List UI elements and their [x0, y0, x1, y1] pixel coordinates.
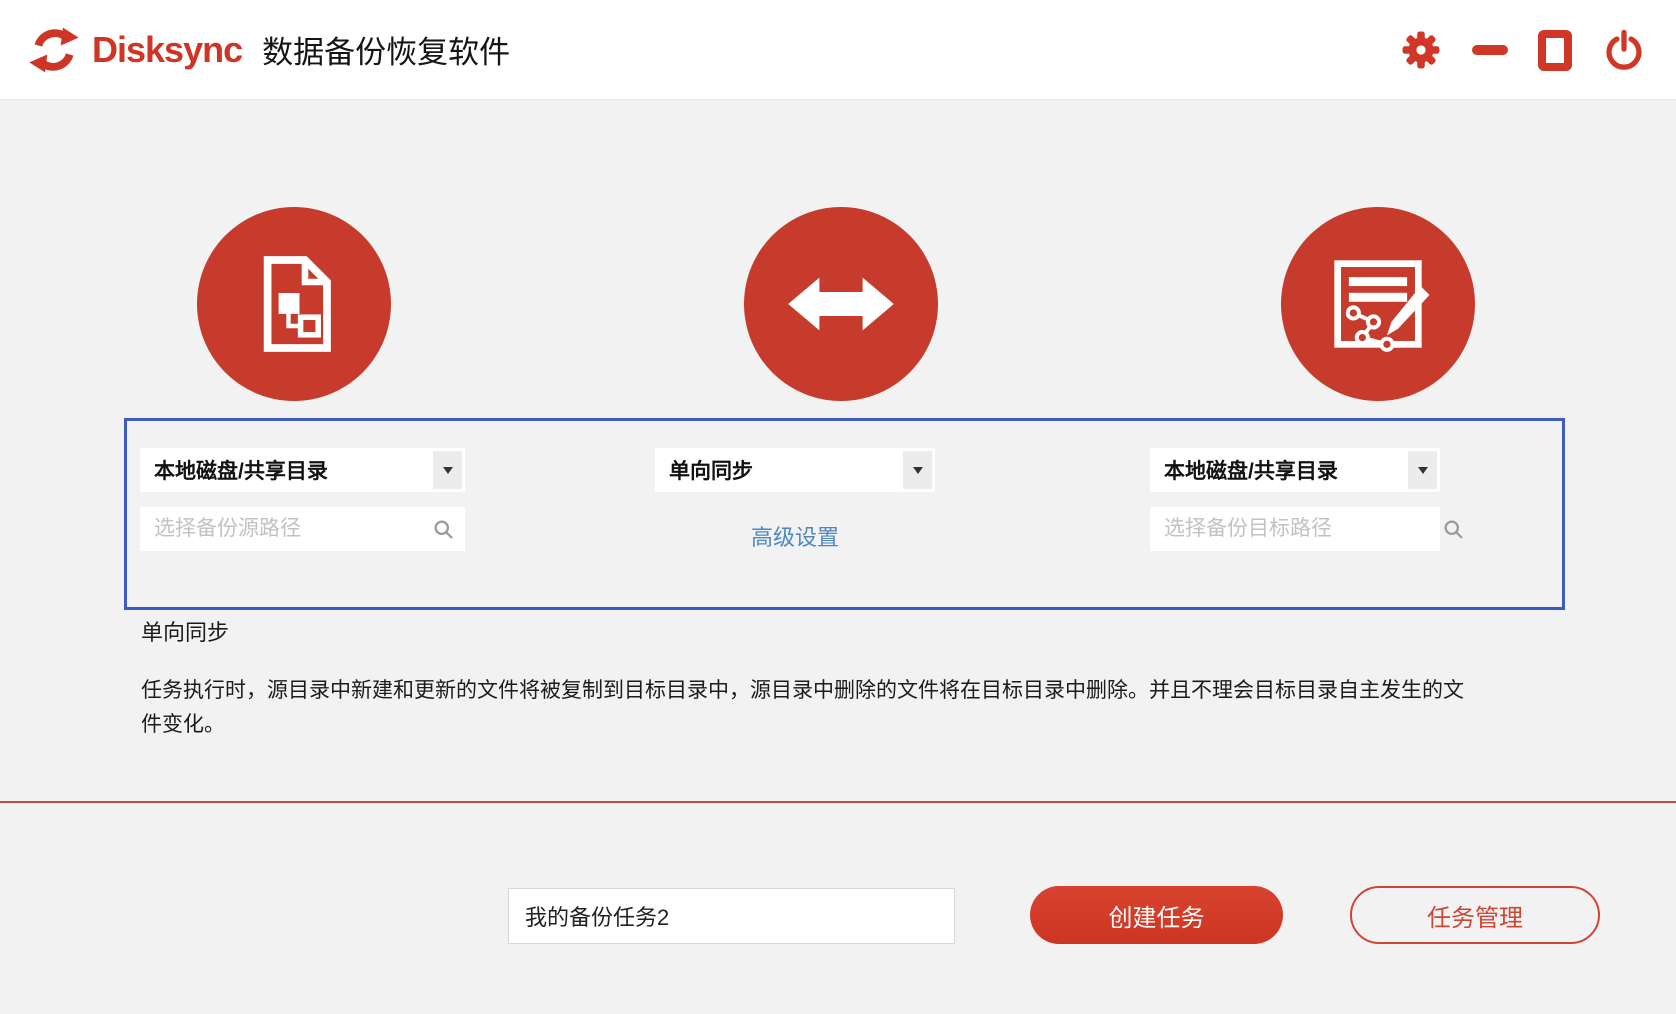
- target-type-dropdown[interactable]: 本地磁盘/共享目录: [1150, 448, 1440, 492]
- double-arrow-icon: [788, 277, 894, 331]
- source-step-circle: [197, 207, 391, 401]
- target-step-circle: [1281, 207, 1475, 401]
- sync-mode-circle: [744, 207, 938, 401]
- document-edit-icon: [1334, 260, 1430, 352]
- dropdown-arrow-icon[interactable]: [903, 451, 932, 489]
- search-icon[interactable]: [1443, 519, 1464, 540]
- source-type-value: 本地磁盘/共享目录: [154, 460, 328, 483]
- task-name-input[interactable]: [508, 888, 955, 944]
- mode-title: 单向同步: [141, 620, 230, 645]
- dropdown-arrow-icon[interactable]: [433, 451, 462, 489]
- target-path-field: [1150, 507, 1463, 551]
- source-type-dropdown[interactable]: 本地磁盘/共享目录: [140, 448, 465, 492]
- minimize-icon[interactable]: [1472, 45, 1508, 55]
- search-icon[interactable]: [433, 519, 454, 540]
- sync-mode-dropdown[interactable]: 单向同步: [655, 448, 935, 492]
- source-path-field: [140, 507, 465, 551]
- dropdown-arrow-icon[interactable]: [1408, 451, 1437, 489]
- app-window: Disksync 数据备份恢复软件 本地磁盘/共享目录 选择备份源路径 单向同步…: [0, 0, 1676, 1014]
- source-path-input[interactable]: [140, 507, 433, 551]
- create-task-button[interactable]: 创建任务: [1030, 886, 1283, 944]
- title-bar: Disksync 数据备份恢复软件: [0, 0, 1676, 100]
- target-path-input[interactable]: [1150, 507, 1443, 551]
- power-close-icon[interactable]: [1602, 28, 1646, 72]
- sync-mode-value: 单向同步: [669, 460, 753, 483]
- disksync-logo-icon: [29, 27, 79, 72]
- document-tree-icon: [263, 256, 331, 352]
- mode-description: 任务执行时，源目录中新建和更新的文件将被复制到目标目录中，源目录中删除的文件将在…: [141, 679, 1464, 736]
- advanced-settings-link[interactable]: 高级设置: [655, 520, 935, 552]
- manage-task-button[interactable]: 任务管理: [1350, 886, 1600, 944]
- maximize-icon[interactable]: [1538, 29, 1572, 71]
- target-type-value: 本地磁盘/共享目录: [1164, 460, 1338, 483]
- brand-name: Disksync: [92, 28, 243, 70]
- window-controls: [1400, 0, 1646, 100]
- settings-gear-icon[interactable]: [1400, 29, 1442, 71]
- section-divider: [0, 801, 1676, 803]
- app-title: 数据备份恢复软件: [262, 35, 511, 70]
